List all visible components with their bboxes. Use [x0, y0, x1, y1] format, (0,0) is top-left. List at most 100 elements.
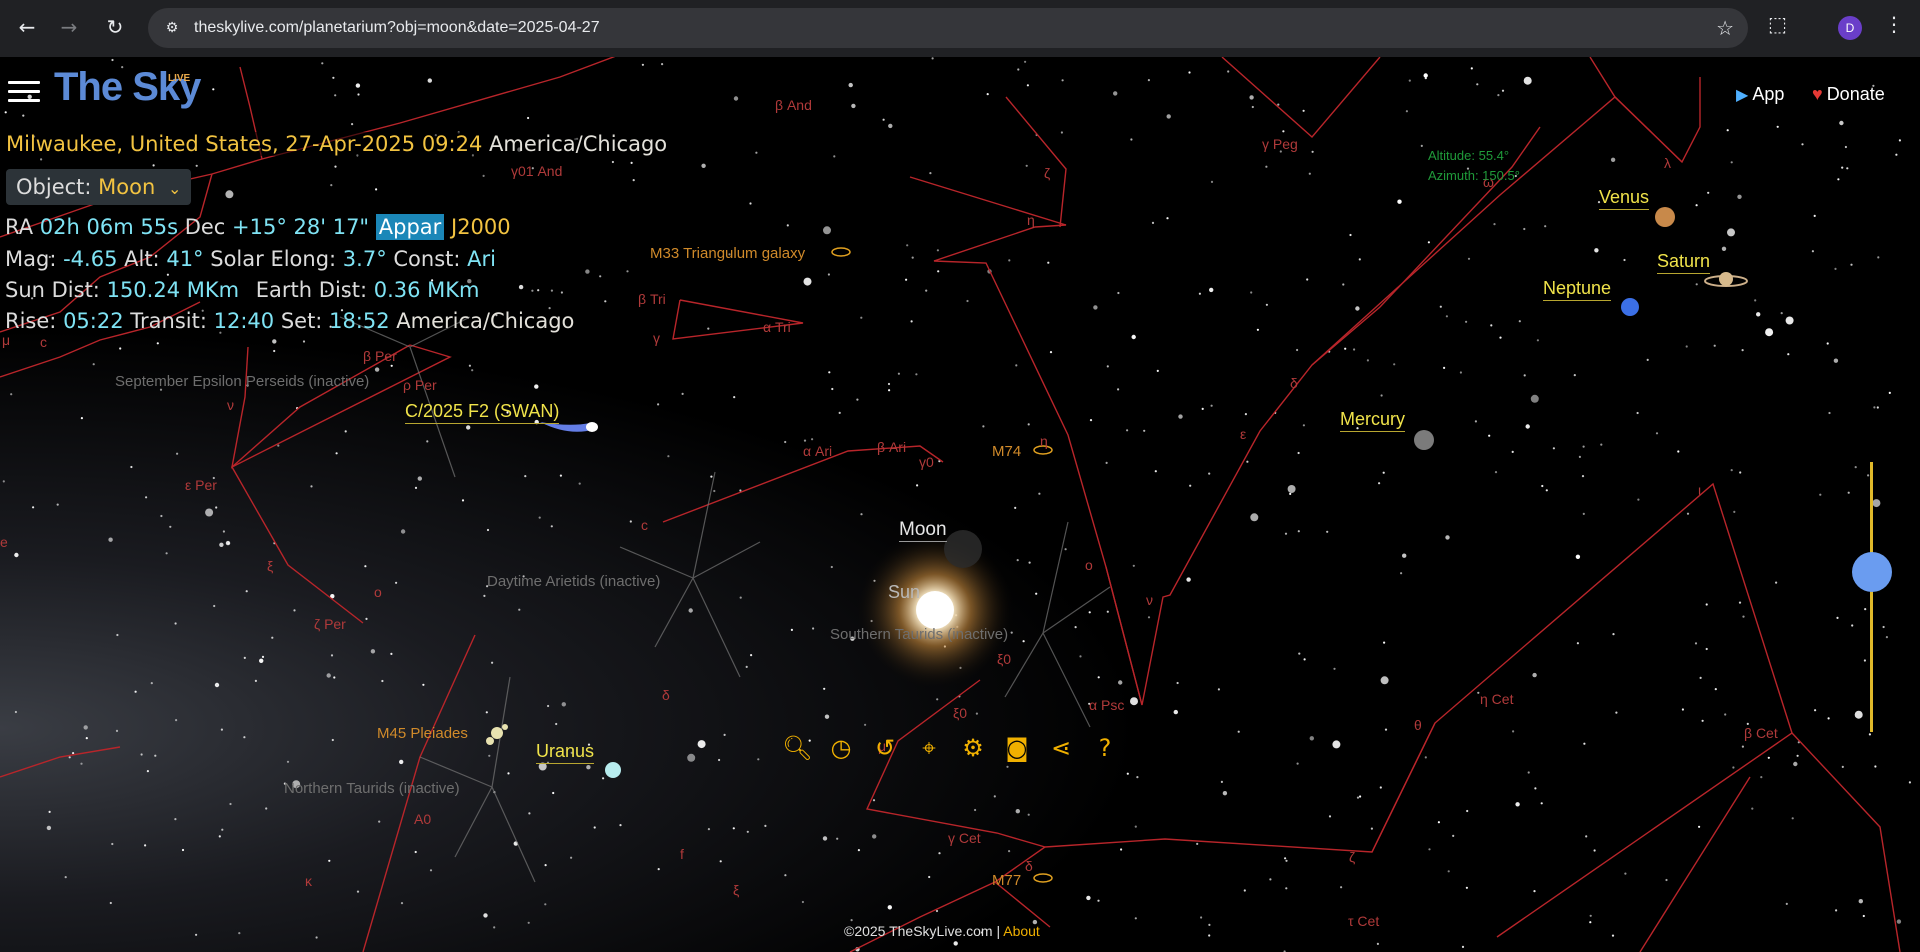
star-label: ξ — [733, 882, 740, 898]
alt-label: Alt: — [124, 247, 160, 271]
star — [1209, 287, 1214, 293]
star — [1151, 221, 1155, 224]
elong-label: Solar Elong: — [210, 247, 337, 271]
site-info-icon[interactable]: ⚙ — [162, 18, 182, 38]
star — [1380, 676, 1389, 685]
timezone[interactable]: America/Chicago — [489, 132, 667, 156]
star — [1408, 79, 1411, 82]
const-label: Const: — [393, 247, 461, 271]
northern-taurids-label[interactable]: Northern Taurids (inactive) — [284, 780, 460, 797]
avatar[interactable]: D — [1838, 16, 1862, 40]
star — [1156, 369, 1159, 372]
neptune-label[interactable]: Neptune — [1543, 278, 1612, 301]
apparent-toggle[interactable]: Appar — [375, 214, 445, 240]
object-label: Object: — [16, 175, 92, 199]
star — [1443, 366, 1446, 369]
donate-link[interactable]: ♥ Donate — [1812, 84, 1885, 105]
star — [707, 327, 710, 330]
star — [561, 702, 566, 707]
star — [243, 656, 246, 660]
star — [599, 275, 602, 278]
bookmark-star-icon[interactable]: ☆ — [1716, 16, 1734, 40]
camera-icon[interactable]: ◙ — [1002, 733, 1032, 763]
star — [1201, 407, 1204, 410]
forward-icon[interactable]: → — [54, 12, 84, 42]
star — [273, 349, 276, 353]
star — [1035, 592, 1038, 595]
zoom-slider-track[interactable] — [1870, 462, 1873, 732]
star — [661, 63, 664, 66]
rise-set-line: Rise: 05:22 Transit: 12:40 Set: 18:52 Am… — [5, 309, 574, 333]
star — [277, 444, 280, 447]
star — [1333, 667, 1336, 670]
constellation-cetus-3 — [1371, 482, 1793, 938]
star — [910, 320, 913, 323]
back-icon[interactable]: ← — [12, 12, 42, 42]
star — [365, 617, 368, 621]
search-icon[interactable]: 🔍︎ — [782, 733, 812, 763]
clock-icon[interactable]: ◷ — [826, 733, 856, 763]
star — [1694, 642, 1698, 645]
extensions-icon[interactable]: ⬚ — [1768, 12, 1787, 36]
star — [333, 676, 336, 679]
hamburger-icon[interactable] — [8, 81, 40, 105]
star — [931, 57, 934, 60]
star — [1714, 688, 1717, 691]
star — [1113, 91, 1118, 96]
ra-value: 02h 06m 55s — [39, 215, 179, 239]
time-travel-icon[interactable]: ↺ — [870, 733, 900, 763]
comet-label[interactable]: C/2025 F2 (SWAN) — [405, 401, 560, 424]
j2000-toggle[interactable]: J2000 — [451, 215, 511, 239]
transit-label: Transit: — [130, 309, 207, 333]
star — [1208, 934, 1211, 937]
reload-icon[interactable]: ↻ — [100, 12, 130, 42]
settings-gear-icon[interactable]: ⚙ — [958, 733, 988, 763]
star — [1220, 780, 1223, 784]
planetarium-canvas[interactable]: The Sky LIVE ▶ App ♥ Donate Milwaukee, Uni… — [0, 57, 1920, 952]
star — [1854, 466, 1857, 469]
daytime-arietids-label[interactable]: Daytime Arietids (inactive) — [487, 573, 660, 590]
m45-label[interactable]: M45 Pleiades — [377, 725, 468, 742]
star-label: θ — [1414, 717, 1422, 733]
address-bar[interactable]: ⚙ theskylive.com/planetarium?obj=moon&da… — [148, 8, 1748, 48]
star — [824, 714, 830, 719]
star — [860, 513, 863, 516]
star — [1237, 730, 1240, 733]
star-label: γ Peg — [1262, 136, 1298, 152]
star — [1760, 776, 1763, 779]
star — [1701, 719, 1704, 722]
about-link[interactable]: About — [1003, 923, 1040, 939]
southern-taurids-label[interactable]: Southern Taurids (inactive) — [830, 626, 1008, 643]
star — [1447, 870, 1450, 873]
sun-label[interactable]: Sun — [888, 582, 920, 603]
star — [1210, 180, 1214, 183]
m33-label[interactable]: M33 Triangulum galaxy — [650, 245, 805, 262]
venus-label[interactable]: Venus — [1599, 187, 1650, 210]
star — [936, 698, 939, 701]
object-selector[interactable]: Object: Moon ⌄ — [6, 169, 192, 205]
app-link[interactable]: ▶ App — [1736, 84, 1784, 105]
star — [160, 514, 163, 518]
star — [632, 179, 635, 182]
location-icon[interactable]: ⌖ — [914, 733, 944, 763]
star — [888, 123, 893, 129]
saturn-label[interactable]: Saturn — [1657, 251, 1711, 274]
m77-label[interactable]: M77 — [992, 872, 1021, 889]
site-logo[interactable]: The Sky — [54, 65, 201, 110]
help-icon[interactable]: ? — [1090, 733, 1120, 763]
star — [175, 719, 178, 722]
m74-label[interactable]: M74 — [992, 443, 1021, 460]
mercury-label[interactable]: Mercury — [1340, 409, 1406, 432]
star — [626, 270, 629, 273]
star — [848, 82, 853, 88]
share-icon[interactable]: ⋖ — [1046, 733, 1076, 763]
sep-eps-per-label[interactable]: September Epsilon Perseids (inactive) — [115, 373, 369, 390]
menu-kebab-icon[interactable]: ⋮ — [1884, 12, 1904, 36]
location-datetime[interactable]: Milwaukee, United States, 27-Apr-2025 09… — [6, 132, 482, 156]
moon-label[interactable]: Moon — [899, 519, 947, 542]
url-text[interactable]: theskylive.com/planetarium?obj=moon&date… — [194, 8, 600, 48]
zoom-slider-handle[interactable] — [1852, 552, 1892, 592]
uranus-label[interactable]: Uranus — [536, 741, 595, 764]
star — [1189, 484, 1192, 487]
star — [937, 270, 940, 273]
